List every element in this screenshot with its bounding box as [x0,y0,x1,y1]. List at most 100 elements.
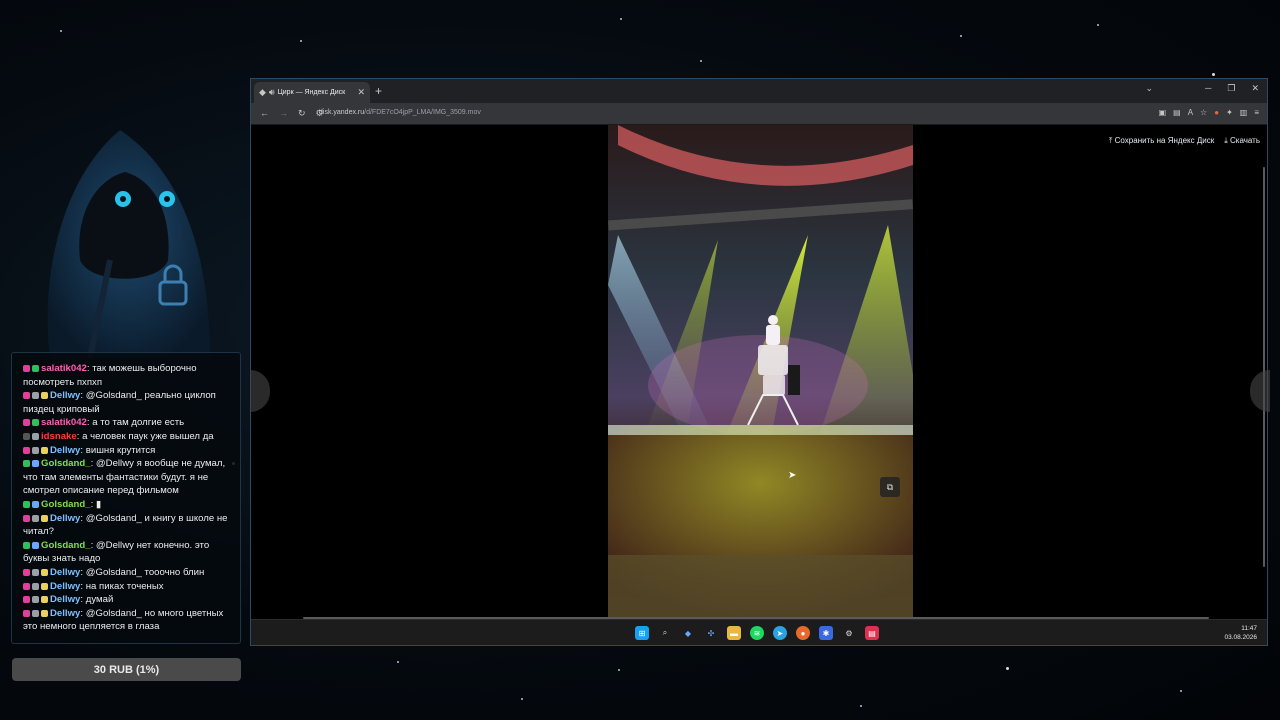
chat-badges [23,541,39,549]
save-to-disk-button[interactable]: ⤒ Сохранить на Яндекс Диск [1109,136,1214,146]
chat-badge-icon [23,446,30,454]
install-app-icon[interactable]: ▣ [1159,108,1167,117]
picture-in-picture-button[interactable]: ⧉ [880,477,900,497]
tab-search-icon[interactable]: ⌄ [1145,83,1153,94]
forward-icon[interactable]: → [279,108,288,119]
back-icon[interactable]: ← [260,108,269,119]
chat-badges [23,609,48,617]
reload-icon[interactable]: ↻ [298,108,306,119]
tab-title: Цирк — Яндекс Диск [277,89,346,96]
chat-message: Golsdand_: @Dellwy нет конечно. это букв… [23,539,232,566]
extension-icon[interactable]: ● [1214,108,1219,117]
chat-badge-icon [32,514,39,522]
app-red-icon[interactable]: ▤ [865,626,879,640]
mouse-cursor-icon: ➤ [788,470,797,481]
chat-username[interactable]: Dellwy [50,581,80,592]
chat-badge-icon [23,419,30,427]
extensions-puzzle-icon[interactable]: ✦ [1226,108,1233,117]
chat-username[interactable]: Dellwy [50,594,80,605]
chat-badge-icon [23,609,30,617]
chat-badges [23,392,48,400]
chat-username[interactable]: Golsdand_ [41,458,91,469]
chat-badge-icon [32,541,39,549]
cast-icon[interactable]: ▤ [1173,108,1181,117]
download-label: Скачать [1230,136,1260,145]
chat-text: ▮ [95,498,102,510]
chat-message: Dellwy: думай [23,593,232,607]
firefox-icon[interactable]: ● [796,626,810,640]
save-to-disk-label: Сохранить на Яндекс Диск [1114,136,1215,145]
chat-badge-icon [41,446,48,454]
chat-message: idsnake: а человек паук уже вышел да [23,430,232,444]
video-player[interactable]: ⧉ ➤ [608,125,913,619]
audio-playing-icon[interactable]: 🔊︎ [269,87,275,98]
chat-badge-icon [41,392,48,400]
chat-username[interactable]: Dellwy [50,390,80,401]
telegram-icon[interactable]: ➤ [773,626,787,640]
vertical-scrollbar[interactable] [1263,167,1265,567]
chat-badge-icon [23,582,30,590]
picture-in-picture-icon: ⧉ [886,481,894,492]
chat-username[interactable]: Dellwy [50,567,80,578]
file-explorer-icon[interactable]: ▬ [727,626,741,640]
chat-message: Dellwy: @Golsdand_ и книгу в школе не чи… [23,512,232,539]
app-snowflake-icon[interactable]: ✱ [819,626,833,640]
side-panel-icon[interactable]: ▥ [1240,108,1248,117]
chat-message: salatik042: а то там долгие есть [23,416,232,430]
chat-username[interactable]: salatik042 [41,417,87,428]
circus-stage-video-frame [608,125,913,619]
menu-icon[interactable]: ≡ [1254,108,1259,117]
chat-badge-icon [32,419,39,427]
close-window-icon[interactable]: ✕ [1251,83,1259,94]
chat-badge-icon [23,541,30,549]
spotify-icon[interactable]: ≋ [750,626,764,640]
chat-username[interactable]: Dellwy [50,513,80,524]
download-button[interactable]: ⤓ Скачать [1224,136,1260,146]
chat-badge-icon [41,568,48,576]
chat-badge-icon [32,609,39,617]
chat-badges [23,596,48,604]
chat-text: а то там долгие есть [92,417,185,429]
donation-goal-bar: 30 RUB (1%) [12,658,241,681]
chat-username[interactable]: Golsdand_ [41,540,91,551]
tab-yandex-disk[interactable]: ◆ 🔊︎ Цирк — Яндекс Диск ✕ [254,82,370,103]
chat-text: а человек паук уже вышел да [82,430,214,442]
window-controls: ⌄ ─ ❐ ✕ [1145,83,1259,94]
chat-badge-icon [32,582,39,590]
browser-window: ◆ 🔊︎ Цирк — Яндекс Диск ✕ + ⌄ ─ ❐ ✕ ← → … [250,78,1268,646]
chat-text: на пиках точеных [85,580,164,592]
chat-badge-icon [23,568,30,576]
start-menu-icon[interactable]: ⊞ [635,626,649,640]
chat-username[interactable]: idsnake [41,431,77,442]
yandex-disk-favicon-icon: ◆ [259,87,266,97]
app-diamond-icon[interactable]: ◆ [681,626,695,640]
steam-icon[interactable]: ⚙ [842,626,856,640]
new-tab-button[interactable]: + [375,84,382,98]
chat-badge-icon [41,514,48,522]
bookmark-star-icon[interactable]: ☆ [1200,108,1207,117]
chat-username[interactable]: Dellwy [50,445,80,456]
chat-badge-icon [41,582,48,590]
chat-message: Dellwy: @Golsdand_ но много цветных это … [23,607,232,634]
system-clock[interactable]: 11:47 03.08.2026 [1224,624,1257,642]
chat-username[interactable]: Golsdand_ [41,499,91,510]
chat-username[interactable]: salatik042 [41,363,87,374]
chat-badge-icon [32,392,39,400]
chat-badge-icon [23,460,30,468]
app-dev-icon[interactable]: ✣ [704,626,718,640]
restore-icon[interactable]: ❐ [1227,83,1235,94]
translate-icon[interactable]: A [1188,108,1193,117]
clock-time: 11:47 [1241,625,1257,632]
search-icon[interactable]: ⌕ [658,626,672,640]
chat-username[interactable]: Dellwy [50,608,80,619]
browser-toolbar: ← → ↻ ⚙ disk.yandex.ru/d/FDE7cO4jpP_LMA/… [251,103,1267,125]
address-bar[interactable]: disk.yandex.ru/d/FDE7cO4jpP_LMA/IMG_3509… [319,109,481,116]
chat-message: Dellwy: вишня крутится [23,444,232,458]
chat-badges [23,582,48,590]
minimize-icon[interactable]: ─ [1205,83,1211,94]
close-tab-icon[interactable]: ✕ [357,87,365,98]
chat-message: Dellwy: @Golsdand_ реально циклоп пиздец… [23,389,232,416]
chat-text: вишня крутится [85,444,156,456]
chat-message: salatik042: так можешь выборочно посмотр… [23,362,232,389]
chat-badges [23,432,39,440]
